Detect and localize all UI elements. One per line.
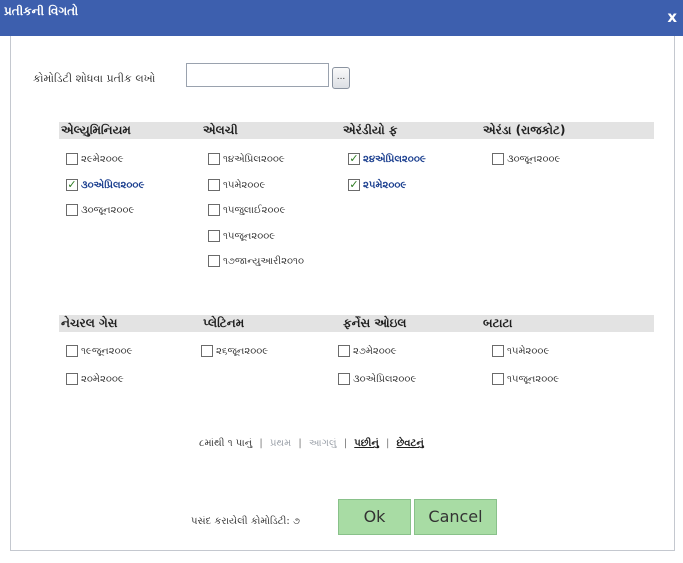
item-label: ૧૯જૂન૨૦૦૯ [81,346,133,357]
checkbox[interactable] [492,373,504,385]
item-label: ૩૦જૂન૨૦૦૯ [81,205,135,216]
item-label: ૩૦જૂન૨૦૦૯ [507,154,561,165]
checkbox[interactable] [338,373,350,385]
item-label: ૧૫મે૨૦૦૯ [223,180,266,191]
pager-separator: | [385,438,390,449]
dialog-body: કોમોડિટી શોધવા પ્રતીક લખો ... એલ્યુમિનિય… [10,36,675,551]
selected-value: ૭ [292,516,300,527]
checkbox[interactable]: ✓ [348,179,360,191]
column-title: પ્લેટિનમ [203,316,245,330]
item-label: ૧૫જૂન૨૦૦૯ [223,231,276,242]
item-label: ૧૫જૂન૨૦૦૯ [507,374,560,385]
search-input[interactable] [186,63,329,87]
item-label: ૨૯મે૨૦૦૯ [81,154,124,165]
item-label: ૧૫મે૨૦૦૯ [507,346,550,357]
pager-separator: | [259,438,263,449]
next-page-link[interactable]: પછીનું [354,438,379,449]
checkbox[interactable] [208,255,220,267]
pager-separator: | [343,438,348,449]
selected-count: પસંદ કરાયેલી કોમોડિટી: ૭ [191,516,300,527]
column-title: ફર્નેસ ઓઇલ [343,316,407,330]
last-page-link[interactable]: છેવટનું [397,438,424,449]
column-title: બટાટા [483,316,513,330]
cancel-button[interactable]: Cancel [414,499,497,535]
item-label: ૧૭જાન્યુઆરી૨૦૧૦ [223,256,304,267]
checkbox[interactable] [492,345,504,357]
ok-button[interactable]: Ok [338,499,411,535]
page-status: ૮માંથી ૧ પાનું [199,438,253,449]
column-title: નેચરલ ગેસ [61,316,118,330]
dialog-title: પ્રતીકની વિગતો [4,4,79,18]
item-label: ૩૦એપ્રિલ૨૦૦૯ [353,374,417,385]
checkbox[interactable] [201,345,213,357]
first-page-link: પ્રથમ [269,438,292,449]
checkbox[interactable] [208,179,220,191]
checkbox[interactable] [66,373,78,385]
checkbox[interactable] [208,153,220,165]
item-label: ૨૪એપ્રિલ૨૦૦૯ [363,154,426,165]
checkbox[interactable] [66,204,78,216]
pager-separator: | [298,438,302,449]
item-label: ૧૪એપ્રિલ૨૦૦૯ [223,154,285,165]
title-bar: પ્રતીકની વિગતો x [0,0,683,36]
column-title: એલ્યુમિનિયમ [61,123,131,137]
item-label: ૩૦એપ્રિલ૨૦૦૯ [81,180,145,191]
close-icon[interactable]: x [667,8,677,26]
item-label: ૨૦મે૨૦૦૯ [81,374,124,385]
column-title: એલચી [203,123,238,137]
item-label: ૨૫મે૨૦૦૯ [363,180,407,191]
prev-page-link: આગલું [308,438,337,449]
group-header-1: એલ્યુમિનિયમ એલચી એરંડીયો ફ એરંડા (રાજકોટ… [59,122,654,139]
item-label: ૨૭મે૨૦૦૯ [353,346,397,357]
checkbox[interactable] [338,345,350,357]
checkbox[interactable] [492,153,504,165]
column-title: એરંડીયો ફ [343,123,398,137]
checkbox[interactable]: ✓ [348,153,360,165]
checkbox[interactable]: ✓ [66,179,78,191]
search-button[interactable]: ... [332,67,350,89]
column-title: એરંડા (રાજકોટ) [483,123,566,137]
selected-label: પસંદ કરાયેલી કોમોડિટી: [191,516,290,527]
checkbox[interactable] [66,153,78,165]
item-label: ૨૬જૂન૨૦૦૯ [216,346,269,357]
group-header-2: નેચરલ ગેસ પ્લેટિનમ ફર્નેસ ઓઇલ બટાટા [59,315,654,332]
search-label: કોમોડિટી શોધવા પ્રતીક લખો [33,72,156,85]
checkbox[interactable] [208,204,220,216]
pagination: ૮માંથી ૧ પાનું | પ્રથમ | આગલું | પછીનું … [199,438,424,449]
checkbox[interactable] [208,230,220,242]
item-label: ૧૫જુલાઈ૨૦૦૯ [223,205,286,216]
checkbox[interactable] [66,345,78,357]
